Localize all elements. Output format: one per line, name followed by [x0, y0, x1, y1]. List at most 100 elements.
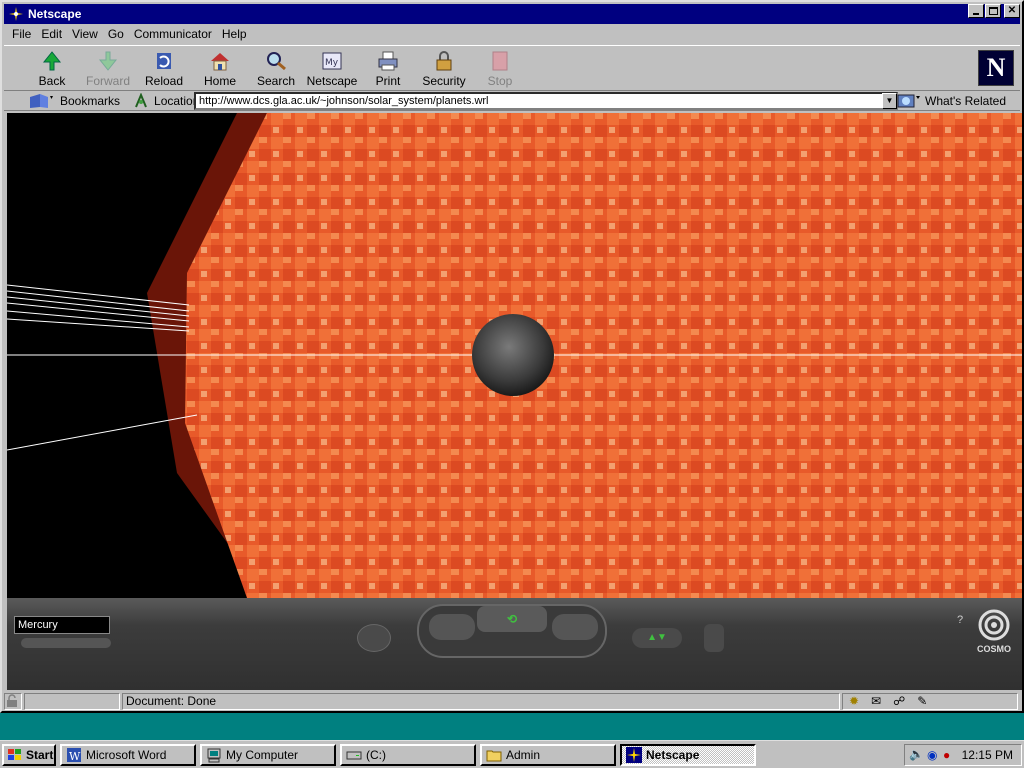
status-message: Document: Done — [122, 692, 840, 710]
viewpoint-selector[interactable]: Mercury — [14, 616, 110, 634]
security-indicator[interactable] — [4, 692, 22, 710]
close-button[interactable]: ✕ — [1004, 4, 1020, 18]
start-button[interactable]: Start — [2, 743, 56, 766]
viewpoint-name: Mercury — [18, 619, 58, 631]
home-label: Home — [203, 74, 236, 88]
menu-file[interactable]: File — [12, 27, 31, 41]
task-label: (C:) — [366, 747, 386, 762]
status-text: Document: Done — [126, 693, 217, 708]
stop-icon — [492, 51, 508, 71]
composer-icon[interactable]: ✎ — [917, 694, 927, 709]
url-dropdown-button[interactable]: ▼ — [882, 93, 897, 109]
clock[interactable]: 12:15 PM — [962, 748, 1013, 762]
navigation-toolbar: Back Forward Reload Home Search My Netsc… — [4, 45, 1020, 91]
progress-indicator — [24, 692, 120, 710]
menu-go[interactable]: Go — [108, 27, 124, 41]
cosmo-swirl-icon — [978, 609, 1010, 641]
security-button[interactable]: Security — [416, 46, 472, 90]
component-bar: ✹ ✉ ☍ ✎ — [842, 692, 1018, 710]
solar-scene — [7, 113, 1022, 598]
mercury-planet — [472, 314, 554, 396]
seek-button[interactable] — [357, 624, 391, 652]
back-arrow-icon — [42, 51, 62, 71]
netscape-app-icon — [8, 6, 24, 22]
slide-button[interactable] — [429, 614, 475, 640]
bookmarks-button[interactable]: Bookmarks — [28, 93, 120, 109]
reload-button[interactable]: Reload — [136, 46, 192, 90]
page-proxy-icon[interactable] — [134, 92, 148, 109]
windows-logo-icon — [8, 748, 21, 760]
folder-icon — [486, 750, 502, 761]
menu-bar: File Edit View Go Communicator Help — [4, 25, 1020, 43]
whats-related-label: What's Related — [925, 94, 1006, 108]
viewpoint-prev-next[interactable] — [21, 638, 111, 648]
stop-button[interactable]: Stop — [472, 46, 528, 90]
task-netscape[interactable]: Netscape — [620, 743, 756, 766]
help-button[interactable]: ? — [957, 614, 971, 628]
computer-icon — [207, 748, 221, 762]
menu-view[interactable]: View — [72, 27, 98, 41]
windows-taskbar: Start W Microsoft Word My Computer (C:) … — [0, 740, 1024, 768]
walk-button[interactable] — [552, 614, 598, 640]
stop-label: Stop — [487, 74, 513, 88]
netscape-window: Netscape ✕ File Edit View Go Communicato… — [0, 0, 1024, 713]
rotate-button[interactable]: ⟲ — [477, 606, 547, 632]
task-microsoft-word[interactable]: W Microsoft Word — [60, 743, 196, 766]
reload-label: Reload — [144, 74, 184, 88]
drive-icon — [346, 751, 362, 759]
netscape-label: Netscape — [306, 74, 358, 88]
network-icon[interactable]: ◉ — [927, 748, 937, 762]
volume-icon[interactable]: 🔈 — [909, 747, 924, 761]
vrml-3d-viewport[interactable] — [7, 113, 1022, 598]
svg-text:W: W — [69, 750, 81, 763]
netscape-task-icon — [626, 746, 642, 763]
cosmo-player-dashboard: Mercury ⟲ ▲▼ ? COSMO — [7, 598, 1022, 690]
back-button[interactable]: Back — [24, 46, 80, 90]
menu-communicator[interactable]: Communicator — [134, 27, 212, 41]
url-text: http://www.dcs.gla.ac.uk/~johnson/solar_… — [199, 95, 489, 107]
home-button[interactable]: Home — [192, 46, 248, 90]
back-label: Back — [38, 74, 66, 88]
straighten-button[interactable] — [704, 624, 724, 652]
print-button[interactable]: Print — [360, 46, 416, 90]
print-label: Print — [375, 74, 401, 88]
maximize-icon — [989, 7, 998, 15]
navigator-icon[interactable]: ✹ — [849, 694, 859, 709]
whats-related-icon — [897, 94, 920, 108]
task-label: Admin — [506, 747, 541, 762]
start-label: Start — [26, 747, 54, 762]
minimize-button[interactable] — [968, 4, 984, 18]
location-toolbar: Bookmarks Location: http://www.dcs.gla.a… — [4, 91, 1020, 111]
task-my-computer[interactable]: My Computer — [200, 743, 336, 766]
title-bar[interactable]: Netscape — [4, 4, 1020, 24]
task-c-drive[interactable]: (C:) — [340, 743, 476, 766]
task-admin[interactable]: Admin — [480, 743, 616, 766]
search-icon — [267, 52, 286, 71]
search-label: Search — [256, 74, 296, 88]
menu-edit[interactable]: Edit — [41, 27, 62, 41]
maximize-button[interactable] — [985, 4, 1001, 18]
forward-button[interactable]: Forward — [80, 46, 136, 90]
window-title: Netscape — [28, 7, 82, 21]
netscape-button[interactable]: My Netscape — [304, 46, 360, 90]
mail-icon[interactable]: ✉ — [871, 694, 881, 709]
security-label: Security — [422, 74, 466, 88]
location-label-group: Location: — [134, 92, 203, 109]
menu-help[interactable]: Help — [222, 27, 247, 41]
netscape-logo[interactable]: N — [978, 50, 1014, 86]
system-tray: 🔈 ◉ ● 12:15 PM — [904, 744, 1022, 766]
whats-related-button[interactable]: What's Related — [897, 93, 1006, 109]
padlock-icon — [436, 51, 452, 71]
zoom-button[interactable]: ▲▼ — [632, 628, 682, 648]
discussion-icon[interactable]: ☍ — [893, 694, 905, 709]
cosmo-logo: COSMO — [977, 608, 1011, 654]
bookmarks-label: Bookmarks — [60, 93, 121, 108]
cosmo-brand: COSMO — [977, 644, 1012, 654]
url-input[interactable]: http://www.dcs.gla.ac.uk/~johnson/solar_… — [194, 92, 898, 110]
task-label: Microsoft Word — [86, 747, 167, 762]
realplayer-icon[interactable]: ● — [943, 748, 950, 762]
reload-icon — [157, 53, 171, 69]
search-button[interactable]: Search — [248, 46, 304, 90]
status-bar: Document: Done ✹ ✉ ☍ ✎ — [4, 691, 1020, 711]
task-label: My Computer — [226, 747, 299, 762]
